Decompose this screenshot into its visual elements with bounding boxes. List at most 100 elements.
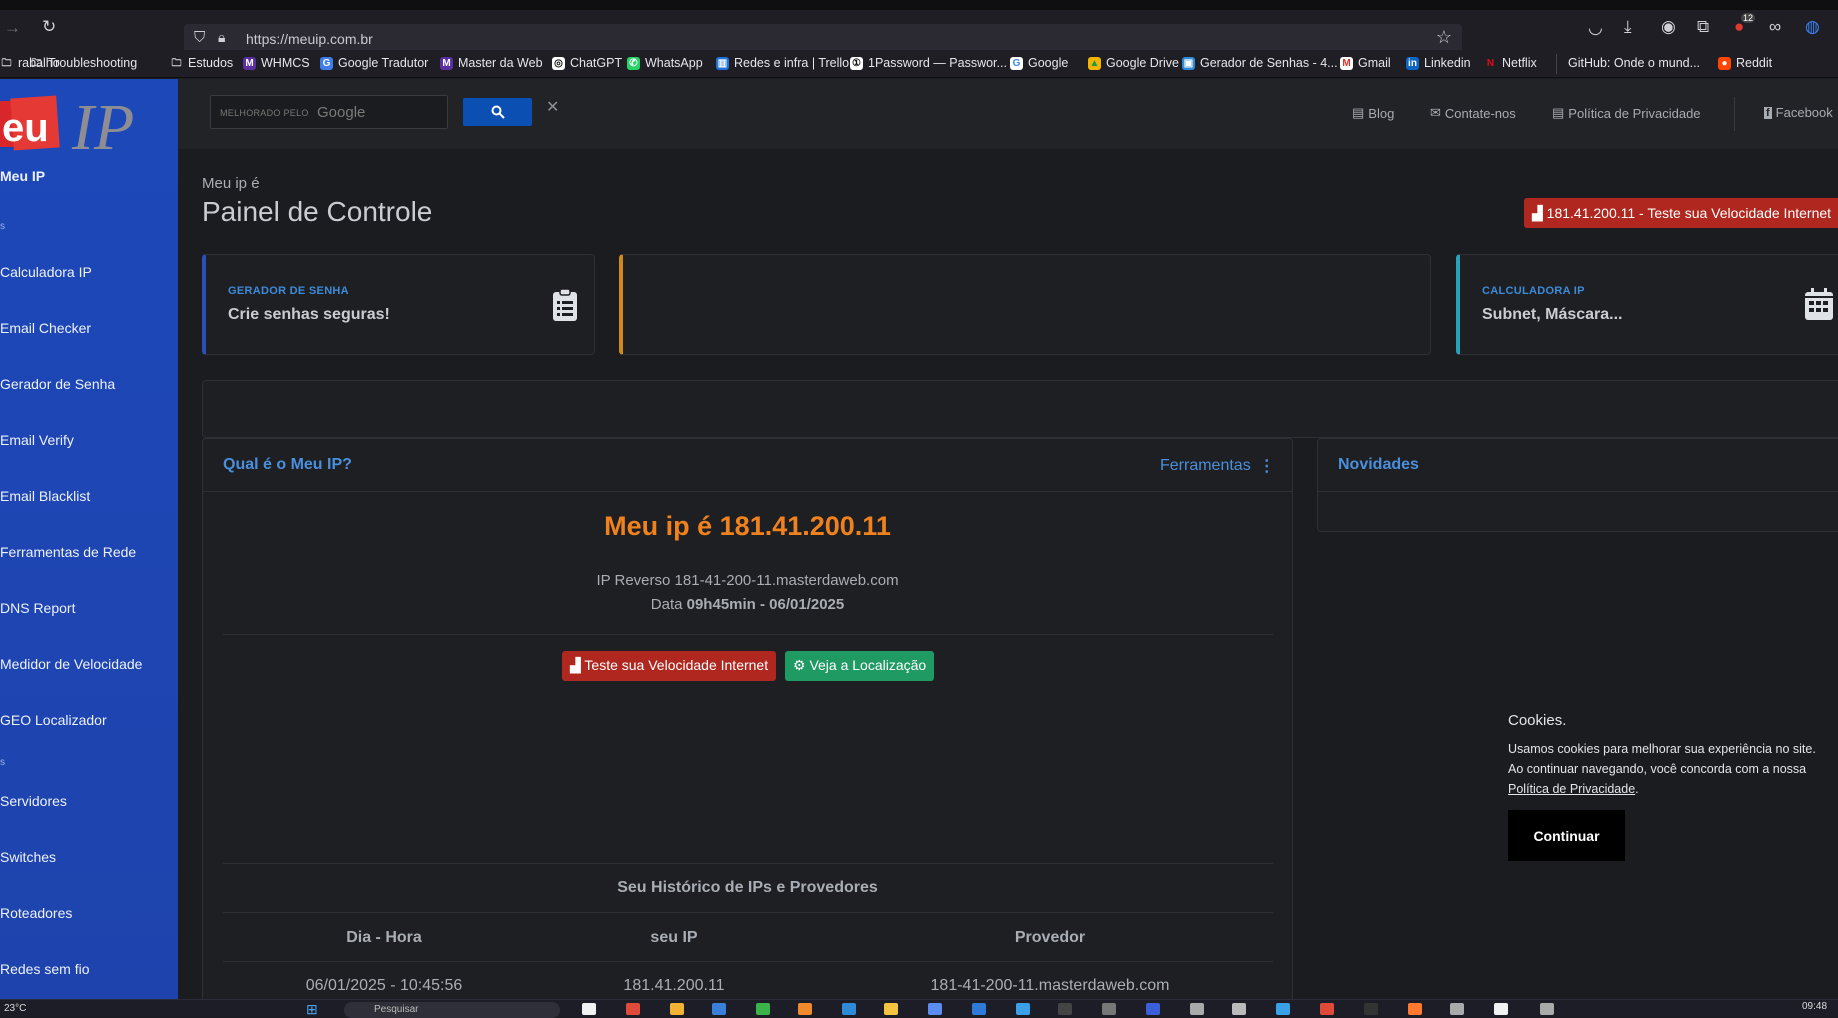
taskbar-app-icon[interactable] bbox=[1016, 1003, 1030, 1015]
chart-area-icon: ▟ bbox=[570, 657, 581, 673]
sidebar-item[interactable]: Redes sem fio bbox=[0, 961, 89, 977]
bookmark-item[interactable]: M Master da Web bbox=[440, 56, 543, 70]
bookmark-item[interactable]: ▣ Gerador de Senhas - 4... bbox=[1182, 56, 1338, 70]
bookmark-star-icon[interactable]: ☆ bbox=[1436, 27, 1452, 48]
taskbar-app-icon[interactable] bbox=[1276, 1003, 1290, 1015]
taskbar-app-icon[interactable] bbox=[1494, 1003, 1508, 1015]
bookmark-item[interactable]: M Gmail bbox=[1340, 56, 1391, 70]
taskbar-app-icon[interactable] bbox=[1146, 1003, 1160, 1015]
sidebar-item[interactable]: Calculadora IP bbox=[0, 264, 92, 280]
sidebar-item[interactable]: Gerador de Senha bbox=[0, 376, 115, 392]
search-input[interactable]: MELHORADO PELO Google bbox=[210, 95, 448, 129]
sidebar-item[interactable]: Medidor de Velocidade bbox=[0, 656, 142, 672]
taskbar-app-icon[interactable] bbox=[1364, 1003, 1378, 1015]
nav-facebook[interactable]: f Facebook bbox=[1764, 105, 1833, 120]
bookmark-item[interactable]: GitHub: Onde o mund... bbox=[1568, 56, 1700, 70]
privacy-policy-link[interactable]: Política de Privacidade bbox=[1508, 782, 1635, 796]
windows-start-icon[interactable]: ⊞ bbox=[306, 1001, 318, 1018]
shield-icon[interactable]: ⛉ bbox=[194, 29, 205, 46]
search-google-label: Google bbox=[317, 104, 366, 121]
vertical-ellipsis-icon: ⋮ bbox=[1258, 458, 1275, 475]
clear-search-icon[interactable]: ✕ bbox=[546, 97, 559, 117]
taskbar-app-icon[interactable] bbox=[670, 1003, 684, 1015]
divider bbox=[223, 634, 1273, 635]
bookmark-item[interactable]: ▲ Google Drive bbox=[1088, 56, 1179, 70]
taskbar-app-icon[interactable] bbox=[1058, 1003, 1072, 1015]
taskbar-app-icon[interactable] bbox=[582, 1003, 596, 1015]
nav-contact[interactable]: ✉ Contate-nos bbox=[1430, 105, 1516, 121]
pocket-icon[interactable]: ◡ bbox=[1588, 18, 1603, 38]
taskbar-search[interactable]: Pesquisar bbox=[344, 1002, 560, 1018]
search-button[interactable] bbox=[463, 98, 532, 126]
forward-icon[interactable]: → bbox=[4, 18, 21, 38]
gmail-icon: M bbox=[1340, 56, 1353, 70]
lock-icon[interactable]: 🔒︎ bbox=[218, 29, 225, 46]
speed-test-button[interactable]: ▟ Teste sua Velocidade Internet bbox=[562, 651, 777, 681]
taskbar-app-icon[interactable] bbox=[1408, 1003, 1422, 1015]
bookmark-item[interactable]: 🗀 Estudos bbox=[170, 56, 234, 70]
sidebar-item[interactable]: Email Verify bbox=[0, 432, 74, 448]
bookmark-item[interactable]: ▥ Redes e infra | Trello bbox=[716, 56, 849, 70]
extension-glasses-icon[interactable]: ∞ bbox=[1769, 17, 1781, 37]
taskbar-app-icon[interactable] bbox=[712, 1003, 726, 1015]
bookmark-item[interactable]: G Google bbox=[1010, 56, 1068, 70]
sidebar-item[interactable]: Email Blacklist bbox=[0, 488, 90, 504]
site-logo[interactable]: eu IP bbox=[0, 87, 170, 172]
bookmark-item[interactable]: ◎ ChatGPT bbox=[552, 56, 622, 70]
bookmark-item[interactable]: ● Reddit bbox=[1718, 56, 1772, 70]
ip-panel-title: Qual é o Meu IP? bbox=[223, 456, 352, 473]
taskbar-app-icon[interactable] bbox=[626, 1003, 640, 1015]
taskbar-app-icon[interactable] bbox=[1320, 1003, 1334, 1015]
speed-test-header-button[interactable]: ▟ 181.41.200.11 - Teste sua Velocidade I… bbox=[1524, 198, 1838, 228]
reverse-ip-line: IP Reverso 181-41-200-11.masterdaweb.com bbox=[596, 572, 899, 589]
taskbar-app-icon[interactable] bbox=[972, 1003, 986, 1015]
taskbar-app-icon[interactable] bbox=[1232, 1003, 1246, 1015]
sidebar-item[interactable]: Servidores bbox=[0, 793, 67, 809]
bookmark-item[interactable]: ① 1Password — Passwor... bbox=[850, 56, 1007, 70]
weather-temp[interactable]: 23°C bbox=[4, 1003, 26, 1014]
extension-badge: 12 bbox=[1741, 13, 1756, 23]
nav-privacy[interactable]: ▤ Política de Privacidade bbox=[1552, 105, 1701, 121]
news-panel-header: Novidades bbox=[1318, 439, 1838, 492]
newspaper-icon: ▤ bbox=[1552, 105, 1565, 120]
extension-1password-icon[interactable]: ◍ bbox=[1805, 17, 1820, 37]
taskbar-app-icon[interactable] bbox=[1190, 1003, 1204, 1015]
taskbar-app-icon[interactable] bbox=[1102, 1003, 1116, 1015]
taskbar-app-icon[interactable] bbox=[1540, 1003, 1554, 1015]
bookmark-item[interactable]: in Linkedin bbox=[1406, 56, 1471, 70]
sidebar-item[interactable]: Ferramentas de Rede bbox=[0, 544, 136, 560]
bookmark-item[interactable]: ✆ WhatsApp bbox=[627, 56, 703, 70]
account-icon[interactable]: ◉ bbox=[1661, 17, 1676, 37]
taskbar-app-icon[interactable] bbox=[884, 1003, 898, 1015]
bookmark-item[interactable]: M WHMCS bbox=[243, 56, 310, 70]
nav-blog[interactable]: ▤ Blog bbox=[1352, 105, 1394, 121]
kpi-card-calculator[interactable]: CALCULADORA IP Subnet, Máscara... bbox=[1456, 254, 1838, 355]
location-button[interactable]: ⚙ Veja a Localização bbox=[785, 651, 935, 681]
sidebar-item[interactable]: DNS Report bbox=[0, 600, 75, 616]
tools-menu-button[interactable]: Ferramentas ⋮ bbox=[1160, 456, 1275, 476]
bookmark-item[interactable]: G Google Tradutor bbox=[320, 56, 428, 70]
ip-panel: Qual é o Meu IP? Ferramentas ⋮ Meu ip é 1… bbox=[202, 438, 1293, 1008]
taskbar-app-icon[interactable] bbox=[756, 1003, 770, 1015]
taskbar-app-icon[interactable] bbox=[798, 1003, 812, 1015]
bookmark-item[interactable]: N Netflix bbox=[1484, 56, 1537, 70]
cookie-continue-button[interactable]: Continuar bbox=[1508, 810, 1625, 861]
taskbar-app-icon[interactable] bbox=[1450, 1003, 1464, 1015]
kpi-value: Crie senhas seguras! bbox=[228, 306, 390, 323]
taskbar-app-icon[interactable] bbox=[928, 1003, 942, 1015]
drive-icon: ▲ bbox=[1088, 56, 1101, 70]
sidebar-item[interactable]: Email Checker bbox=[0, 320, 91, 336]
sidebar-item[interactable]: Roteadores bbox=[0, 905, 72, 921]
download-icon[interactable]: ⤓ bbox=[1624, 17, 1632, 37]
reload-icon[interactable]: ↻ bbox=[42, 17, 56, 37]
sidebar-section-heading: s bbox=[0, 757, 5, 768]
kpi-card-password[interactable]: GERADOR DE SENHA Crie senhas seguras! bbox=[202, 254, 595, 355]
url-text[interactable]: https://meuip.com.br bbox=[246, 31, 373, 47]
taskbar-app-icon[interactable] bbox=[842, 1003, 856, 1015]
sidebar-item[interactable]: Switches bbox=[0, 849, 56, 865]
sidebar-item[interactable]: GEO Localizador bbox=[0, 712, 107, 728]
clock[interactable]: 09:48 bbox=[1802, 1001, 1827, 1012]
sidebar-brand[interactable]: Meu IP bbox=[0, 168, 45, 184]
bookmark-item[interactable]: 🗀 Troubleshooting bbox=[30, 56, 138, 70]
extensions-icon[interactable]: ⧉ bbox=[1697, 17, 1709, 37]
